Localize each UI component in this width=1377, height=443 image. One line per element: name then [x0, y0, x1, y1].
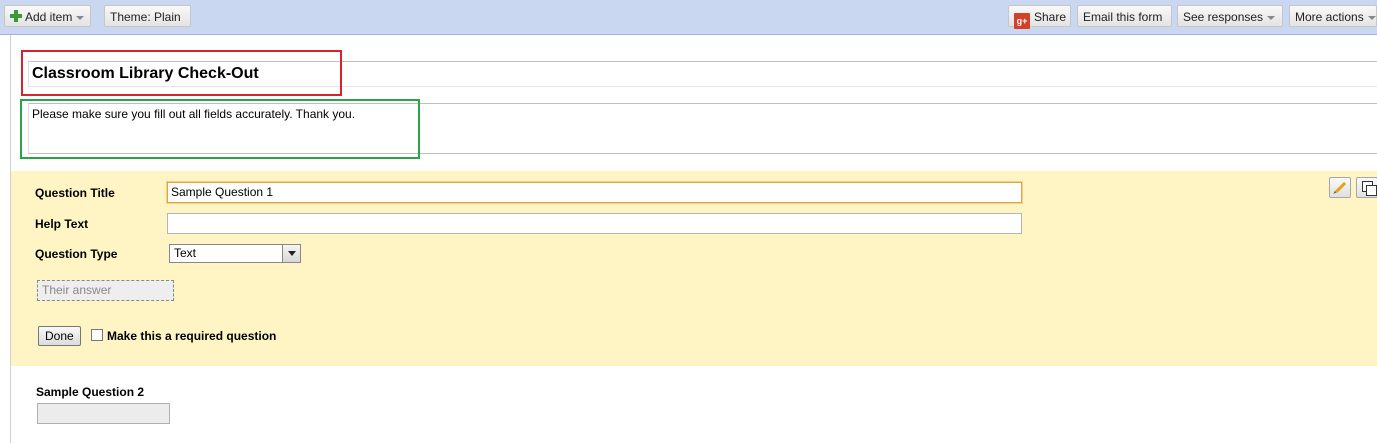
required-label: Make this a required question: [107, 329, 277, 343]
question-2-answer-field[interactable]: [37, 403, 170, 424]
chevron-down-icon: [1267, 15, 1276, 20]
see-responses-button[interactable]: See responses: [1177, 5, 1283, 27]
question-2-title: Sample Question 2: [36, 385, 145, 399]
plus-icon: [10, 10, 22, 22]
help-text-input[interactable]: [167, 213, 1022, 234]
question-title-input[interactable]: Sample Question 1: [167, 182, 1022, 203]
question-edit-panel: Question Title Sample Question 1 Help Te…: [11, 171, 1377, 366]
edit-question-button[interactable]: [1329, 177, 1351, 198]
chevron-down-icon: [1367, 15, 1376, 20]
help-text-label: Help Text: [35, 217, 89, 231]
share-button[interactable]: g+ Share: [1008, 5, 1071, 29]
chevron-down-icon[interactable]: [282, 245, 300, 262]
email-form-label: Email this form: [1083, 10, 1163, 24]
more-actions-label: More actions: [1295, 10, 1364, 24]
done-button[interactable]: Done: [38, 326, 81, 346]
add-item-button[interactable]: Add item: [4, 5, 91, 27]
add-item-label: Add item: [25, 10, 73, 24]
theme-button[interactable]: Theme: Plain: [104, 5, 191, 27]
question-type-select[interactable]: Text: [169, 244, 301, 263]
question-title-label: Question Title: [35, 186, 115, 200]
duplicate-question-button[interactable]: [1356, 177, 1377, 198]
see-responses-label: See responses: [1183, 10, 1264, 24]
answer-preview-field: Their answer: [37, 280, 174, 301]
share-label: Share: [1034, 10, 1067, 24]
duplicate-icon-front: [1366, 185, 1377, 196]
more-actions-button[interactable]: More actions: [1289, 5, 1377, 27]
email-form-button[interactable]: Email this form: [1077, 5, 1172, 27]
description-highlight-box: [20, 99, 420, 159]
google-plus-icon: g+: [1014, 13, 1030, 29]
pencil-icon: [1334, 181, 1347, 194]
question-type-label: Question Type: [35, 247, 118, 261]
chevron-down-icon: [76, 15, 85, 20]
required-checkbox[interactable]: [91, 329, 103, 341]
question-type-value: Text: [174, 246, 197, 260]
theme-label: Theme: Plain: [110, 10, 181, 24]
title-highlight-box: [21, 50, 342, 96]
toolbar: Add item Theme: Plain g+ Share Email this…: [0, 0, 1377, 35]
